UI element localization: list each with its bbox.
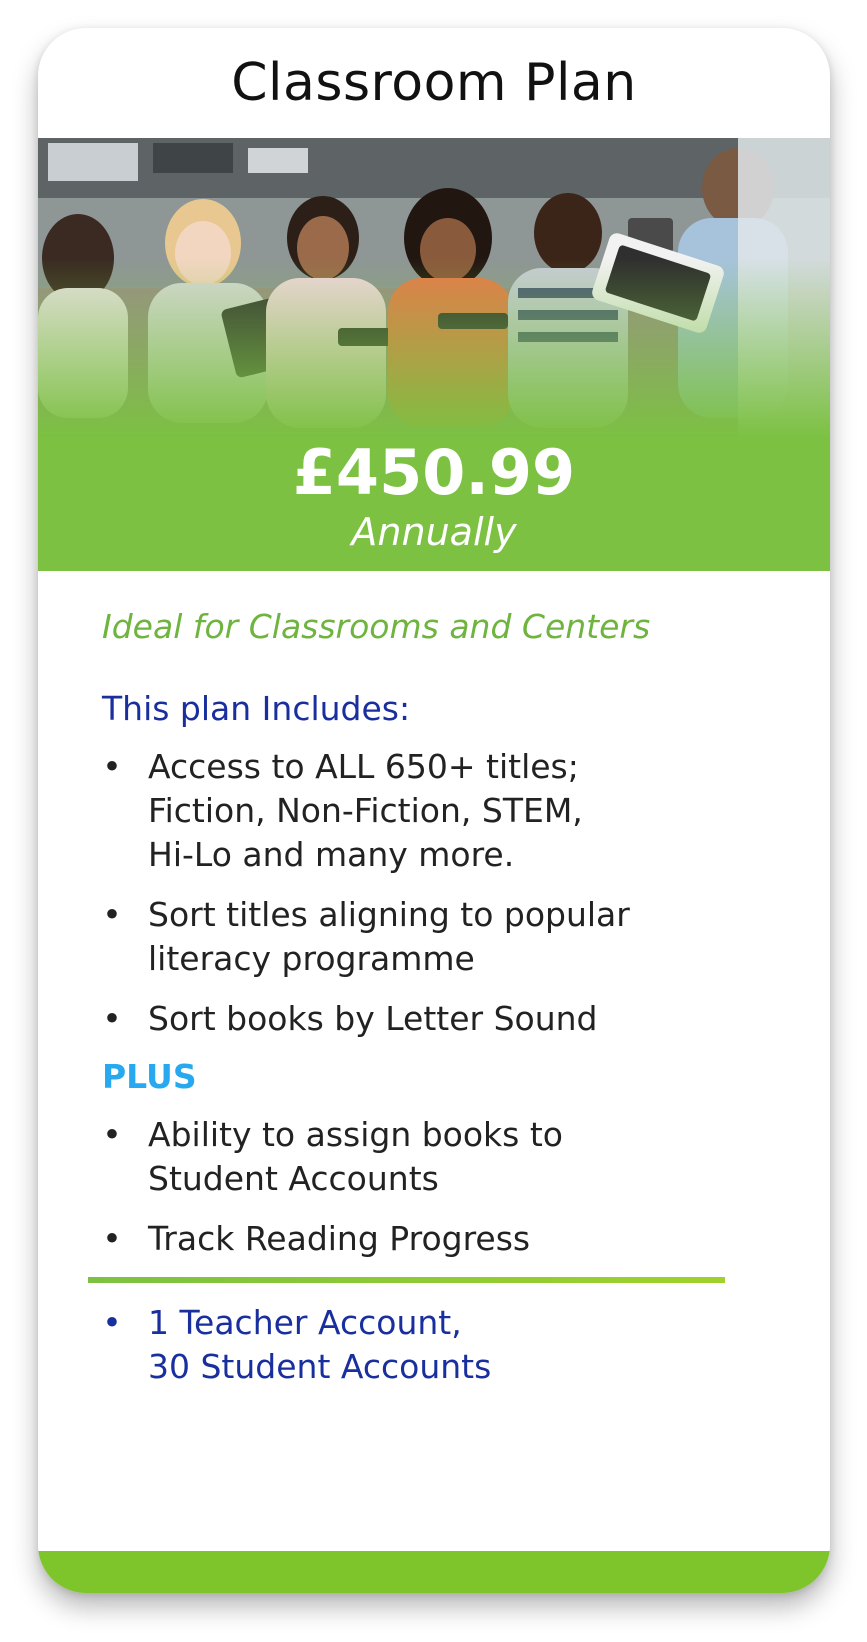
bullet-icon: •	[102, 1219, 122, 1258]
photo-green-fade	[38, 258, 830, 438]
list-item-text: Sort books by Letter Sound	[148, 999, 598, 1038]
classroom-plan-card: Classroom Plan £450.99 Annually Ideal fo…	[38, 28, 830, 1593]
card-footer-bar	[38, 1551, 830, 1593]
plan-tagline: Ideal for Classrooms and Centers	[102, 607, 651, 646]
list-item: • 1 Teacher Account, 30 Student Accounts	[102, 1301, 782, 1389]
list-item-text: Sort titles aligning to popular literacy…	[148, 895, 630, 978]
bullet-icon: •	[102, 1303, 122, 1342]
bullet-icon: •	[102, 747, 122, 786]
bullet-icon: •	[102, 1115, 122, 1154]
list-item: • Track Reading Progress	[102, 1217, 782, 1261]
plan-price: £450.99	[292, 436, 576, 509]
accounts-list: • 1 Teacher Account, 30 Student Accounts	[102, 1301, 782, 1389]
bullet-icon: •	[102, 895, 122, 934]
bullet-icon: •	[102, 999, 122, 1038]
accounts-text: 1 Teacher Account, 30 Student Accounts	[148, 1303, 492, 1386]
plan-title: Classroom Plan	[231, 53, 637, 113]
includes-heading: This plan Includes:	[102, 689, 411, 728]
list-item: • Sort titles aligning to popular litera…	[102, 893, 782, 981]
plus-heading: PLUS	[102, 1057, 197, 1096]
list-item-text: Access to ALL 650+ titles; Fiction, Non-…	[148, 747, 583, 874]
section-divider	[88, 1277, 725, 1283]
list-item-text: Track Reading Progress	[148, 1219, 531, 1258]
plan-details: Ideal for Classrooms and Centers This pl…	[88, 571, 782, 1389]
list-item-text: Ability to assign books to Student Accou…	[148, 1115, 563, 1198]
list-item: • Access to ALL 650+ titles; Fiction, No…	[102, 745, 782, 877]
plus-list: • Ability to assign books to Student Acc…	[102, 1113, 782, 1261]
includes-list: • Access to ALL 650+ titles; Fiction, No…	[102, 745, 782, 1041]
list-item: • Sort books by Letter Sound	[102, 997, 782, 1041]
plan-hero: £450.99 Annually	[38, 138, 830, 571]
billing-period: Annually	[351, 510, 517, 554]
list-item: • Ability to assign books to Student Acc…	[102, 1113, 782, 1201]
